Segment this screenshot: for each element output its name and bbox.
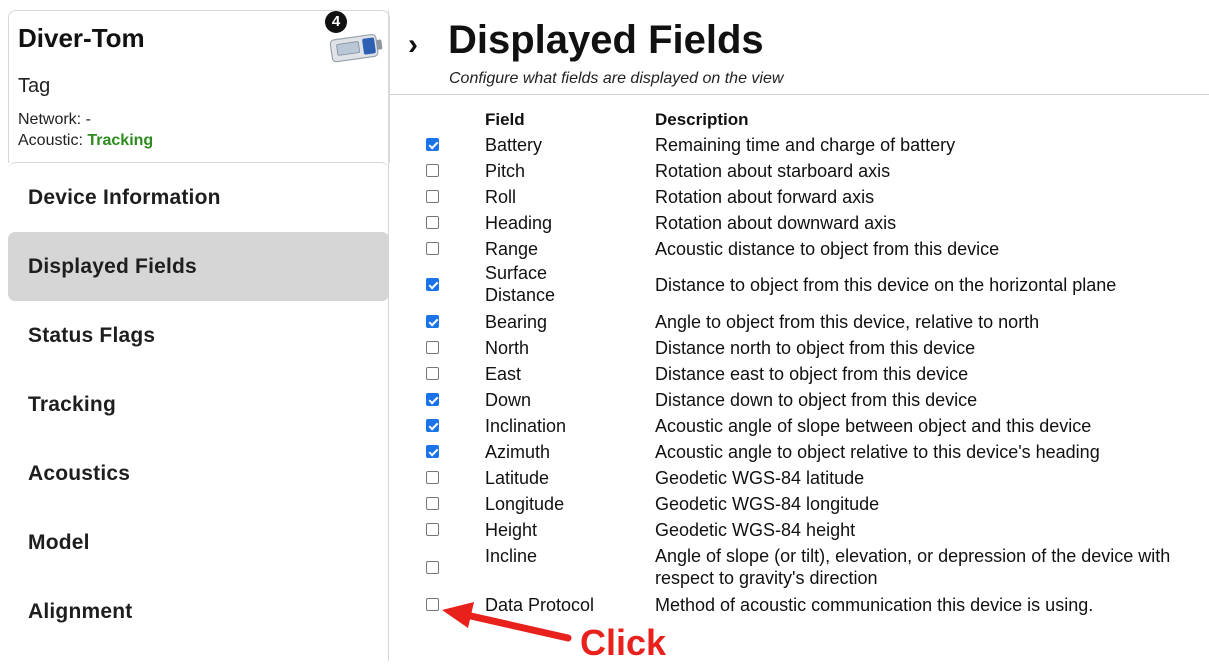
field-description: Method of acoustic communication this de… <box>655 595 1094 615</box>
field-name: Azimuth <box>485 442 551 462</box>
acoustic-label: Acoustic: <box>18 132 83 149</box>
network-status: Network: - <box>18 111 91 128</box>
field-description: Rotation about forward axis <box>655 187 875 207</box>
red-arrow-icon <box>442 602 572 642</box>
field-name: Surface Distance <box>485 263 556 305</box>
device-type: Tag <box>18 75 51 97</box>
table-row: Height Geodetic WGS-84 height <box>420 519 1209 541</box>
field-checkbox[interactable] <box>426 419 439 432</box>
table-row: Surface Distance Distance to object from … <box>420 262 1209 308</box>
field-checkbox[interactable] <box>426 523 439 536</box>
table-row: Incline Angle of slope (or tilt), elevati… <box>420 545 1209 591</box>
field-description: Geodetic WGS-84 latitude <box>655 468 865 488</box>
table-row: Longitude Geodetic WGS-84 longitude <box>420 493 1209 515</box>
table-row: Inclination Acoustic angle of slope betwe… <box>420 415 1209 437</box>
field-name: Height <box>485 520 538 540</box>
table-row: Pitch Rotation about starboard axis <box>420 160 1209 182</box>
field-checkbox[interactable] <box>426 341 439 354</box>
field-description: Acoustic distance to object from this de… <box>655 239 1000 259</box>
nav-item-status-flags[interactable]: Status Flags <box>8 301 389 370</box>
field-name: Battery <box>485 135 543 155</box>
sidebar: Diver-Tom Tag Network: - Acoustic: Track… <box>8 10 390 661</box>
field-checkbox[interactable] <box>426 278 439 291</box>
column-header-field: Field <box>485 110 525 129</box>
page-title: Displayed Fields <box>448 18 764 62</box>
acoustic-status-value: Tracking <box>87 132 154 149</box>
field-description: Distance north to object from this devic… <box>655 338 976 358</box>
table-row: Range Acoustic distance to object from th… <box>420 238 1209 260</box>
table-row: East Distance east to object from this de… <box>420 363 1209 385</box>
field-name: Heading <box>485 213 553 233</box>
field-name: Inclination <box>485 416 567 436</box>
acoustic-status: Acoustic: Tracking <box>18 132 153 150</box>
table-row: Latitude Geodetic WGS-84 latitude <box>420 467 1209 489</box>
field-checkbox[interactable] <box>426 561 439 574</box>
device-card: Diver-Tom Tag Network: - Acoustic: Track… <box>8 10 390 163</box>
table-row: Down Distance down to object from this de… <box>420 389 1209 411</box>
field-name: North <box>485 338 530 358</box>
field-description: Remaining time and charge of battery <box>655 135 956 155</box>
nav-item-alignment[interactable]: Alignment <box>8 577 389 646</box>
sidebar-nav: Device Information Displayed Fields Stat… <box>8 162 389 646</box>
click-annotation: Click <box>580 622 667 663</box>
field-description: Geodetic WGS-84 longitude <box>655 494 880 514</box>
table-row: Battery Remaining time and charge of batt… <box>420 134 1209 156</box>
device-name: Diver-Tom <box>18 23 145 53</box>
field-checkbox[interactable] <box>426 598 439 611</box>
table-row: North Distance north to object from this … <box>420 337 1209 359</box>
table-row: Azimuth Acoustic angle to object relative… <box>420 441 1209 463</box>
field-checkbox[interactable] <box>426 216 439 229</box>
field-checkbox[interactable] <box>426 242 439 255</box>
field-checkbox[interactable] <box>426 138 439 151</box>
field-name: Pitch <box>485 161 526 181</box>
field-name: Roll <box>485 187 517 207</box>
table-row: Bearing Angle to object from this device,… <box>420 311 1209 333</box>
page-subtitle: Configure what fields are displayed on t… <box>449 70 784 87</box>
field-description: Distance to object from this device on t… <box>655 275 1117 295</box>
field-description: Acoustic angle to object relative to thi… <box>655 442 1100 462</box>
field-description: Rotation about downward axis <box>655 213 897 233</box>
collapse-chevron-icon[interactable]: › <box>408 28 418 62</box>
nav-item-tracking[interactable]: Tracking <box>8 370 389 439</box>
field-checkbox[interactable] <box>426 393 439 406</box>
field-description: Distance down to object from this device <box>655 390 978 410</box>
field-checkbox[interactable] <box>426 497 439 510</box>
field-name: Bearing <box>485 312 548 332</box>
field-name: Down <box>485 390 532 410</box>
field-name: Range <box>485 239 539 259</box>
field-name: East <box>485 364 522 384</box>
field-description: Acoustic angle of slope between object a… <box>655 416 1092 436</box>
field-description: Angle to object from this device, relati… <box>655 312 1040 332</box>
field-checkbox[interactable] <box>426 315 439 328</box>
field-checkbox[interactable] <box>426 367 439 380</box>
nav-item-displayed-fields[interactable]: Displayed Fields <box>8 232 389 301</box>
field-description: Geodetic WGS-84 height <box>655 520 856 540</box>
nav-item-model[interactable]: Model <box>8 508 389 577</box>
field-description: Angle of slope (or tilt), elevation, or … <box>655 546 1171 588</box>
field-checkbox[interactable] <box>426 445 439 458</box>
field-checkbox[interactable] <box>426 164 439 177</box>
field-checkbox[interactable] <box>426 471 439 484</box>
field-description: Rotation about starboard axis <box>655 161 891 181</box>
nav-item-acoustics[interactable]: Acoustics <box>8 439 389 508</box>
field-name: Longitude <box>485 494 565 514</box>
table-row: Heading Rotation about downward axis <box>420 212 1209 234</box>
header-divider <box>390 94 1209 95</box>
table-row: Roll Rotation about forward axis <box>420 186 1209 208</box>
field-description: Distance east to object from this device <box>655 364 969 384</box>
notification-badge: 4 <box>325 11 347 33</box>
nav-item-device-information[interactable]: Device Information <box>8 163 389 232</box>
field-name: Incline <box>485 546 538 566</box>
column-header-description: Description <box>655 110 749 129</box>
field-name: Latitude <box>485 468 550 488</box>
field-checkbox[interactable] <box>426 190 439 203</box>
